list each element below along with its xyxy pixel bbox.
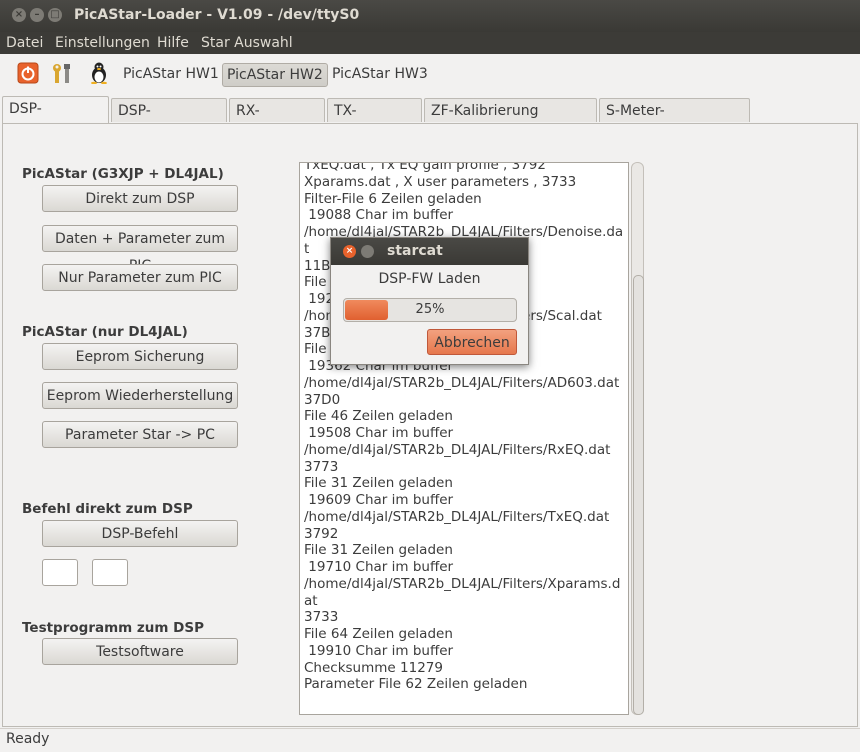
log-line: 19088 Char im buffer <box>304 207 454 224</box>
log-line: Filter-File 6 Zeilen geladen <box>304 190 482 207</box>
tab-dsp-parameter[interactable]: DSP-Parameter <box>111 98 227 143</box>
progress-bar: 25% <box>343 298 517 322</box>
menu-bar: Datei Einstellungen Hilfe Star Auswahl <box>0 32 860 54</box>
log-line: 19710 Char im buffer <box>304 559 454 575</box>
tab-s-meter-kalibrierung[interactable]: S-Meter-Kalibrierung <box>599 98 750 143</box>
log-line: Checksumme 11279 <box>304 659 443 676</box>
window-title: PicAStar-Loader - V1.09 - /dev/ttyS0 <box>74 7 360 23</box>
log-line: 37D0 <box>304 391 341 408</box>
title-bar: × – □ PicAStar-Loader - V1.09 - /dev/tty… <box>0 0 860 32</box>
direkt-zum-dsp-button[interactable]: Direkt zum DSP <box>42 185 238 212</box>
nur-parameter-pic-button[interactable]: Nur Parameter zum PIC <box>42 264 238 291</box>
menu-datei[interactable]: Datei <box>6 35 43 51</box>
tab-rx-equalizer[interactable]: RX-Equalizer <box>229 98 325 143</box>
dialog-close-icon[interactable]: × <box>343 245 356 258</box>
section-title-g3xjp: PicAStar (G3XJP + DL4JAL) <box>22 166 224 182</box>
hw2-button[interactable]: PicAStar HW2 <box>222 63 328 87</box>
dsp-firmware-panel: PicAStar (G3XJP + DL4JAL) Direkt zum DSP… <box>2 123 858 727</box>
menu-einstellungen[interactable]: Einstellungen <box>55 35 150 51</box>
tab-tx-equalizer[interactable]: TX-Equalizer <box>327 98 422 143</box>
linux-tux-icon[interactable] <box>88 62 110 84</box>
log-line: 19910 Char im buffer <box>304 642 454 659</box>
maximize-icon[interactable]: □ <box>48 8 62 22</box>
dialog-title-bar: × starcat <box>331 238 528 265</box>
log-line: /home/dl4jal/STAR2b_DL4JAL/Filters/TxEQ.… <box>304 508 610 525</box>
hw1-button[interactable]: PicAStar HW1 <box>119 63 223 85</box>
tab-dsp-firmware[interactable]: DSP-Firmware <box>2 96 109 141</box>
log-line: 19609 Char im buffer <box>304 492 454 508</box>
daten-parameter-pic-button[interactable]: Daten + Parameter zum PIC <box>42 225 238 274</box>
power-icon[interactable] <box>17 62 39 84</box>
log-line: File 31 Zeilen geladen <box>304 542 453 559</box>
main-window: PicAStar HW1 PicAStar HW2 PicAStar HW3 D… <box>0 54 860 752</box>
log-line: 3792 <box>304 525 339 542</box>
menu-star-auswahl[interactable]: Star Auswahl <box>201 35 293 51</box>
eeprom-wiederherstellung-button[interactable]: Eeprom Wiederherstellung <box>42 382 238 409</box>
log-line: TxEQ.dat , Tx EQ gain profile , 3792 <box>304 162 546 173</box>
log-line: 19508 Char im buffer <box>304 425 454 441</box>
section-title-befehl: Befehl direkt zum DSP <box>22 501 193 517</box>
progress-label: 25% <box>415 302 445 317</box>
log-line: Xparams.dat , X user parameters , 3733 <box>304 173 577 190</box>
log-line: 3733 <box>304 609 339 626</box>
status-bar: Ready <box>0 728 860 752</box>
close-icon[interactable]: × <box>12 8 26 22</box>
menu-hilfe[interactable]: Hilfe <box>157 35 189 51</box>
scrollbar-thumb[interactable] <box>633 275 644 715</box>
tab-zf-kalibrierung[interactable]: ZF-Kalibrierung (AD603) <box>424 98 597 143</box>
eeprom-sicherung-button[interactable]: Eeprom Sicherung <box>42 343 238 370</box>
status-text: Ready <box>6 731 50 747</box>
minimize-icon[interactable]: – <box>30 8 44 22</box>
dialog-message: DSP-FW Laden <box>378 271 481 287</box>
section-title-dl4jal: PicAStar (nur DL4JAL) <box>22 324 188 340</box>
log-scrollbar[interactable] <box>631 162 644 715</box>
log-line: File 64 Zeilen geladen <box>304 626 453 642</box>
dsp-befehl-button[interactable]: DSP-Befehl <box>42 520 238 547</box>
dialog-title: starcat <box>387 243 443 259</box>
log-line: Parameter File 62 Zeilen geladen <box>304 676 528 693</box>
dialog-minimize-icon[interactable] <box>361 245 374 258</box>
log-line: /home/dl4jal/STAR2b_DL4JAL/Filters/Xpara… <box>304 575 621 609</box>
log-line: /home/dl4jal/STAR2b_DL4JAL/Filters/AD603… <box>304 374 620 391</box>
dsp-command-input-2[interactable] <box>92 559 128 586</box>
tab-bar: DSP-Firmware DSP-Parameter RX-Equalizer … <box>0 96 860 143</box>
section-title-testprogramm: Testprogramm zum DSP <box>22 620 204 636</box>
log-line: File 31 Zeilen geladen <box>304 475 453 492</box>
testsoftware-button[interactable]: Testsoftware <box>42 638 238 665</box>
toolbar: PicAStar HW1 PicAStar HW2 PicAStar HW3 <box>0 54 860 92</box>
dsp-command-input-1[interactable] <box>42 559 78 586</box>
log-line: 3773 <box>304 458 339 475</box>
abbrechen-button[interactable]: Abbrechen <box>427 329 517 355</box>
parameter-star-pc-button[interactable]: Parameter Star -> PC <box>42 421 238 448</box>
log-line: /home/dl4jal/STAR2b_DL4JAL/Filters/RxEQ.… <box>304 441 611 458</box>
hw3-button[interactable]: PicAStar HW3 <box>328 63 432 85</box>
progress-dialog: × starcat DSP-FW Laden 25% Abbrechen <box>330 237 529 365</box>
log-line: File 46 Zeilen geladen <box>304 408 453 425</box>
tools-icon[interactable] <box>51 62 73 84</box>
